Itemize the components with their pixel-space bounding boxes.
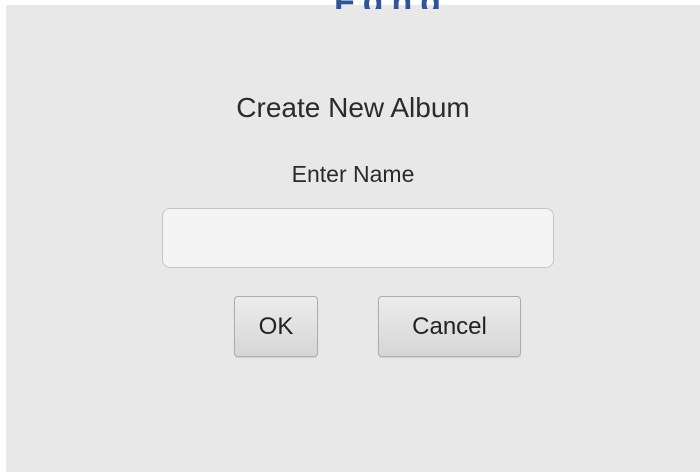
ok-button[interactable]: OK <box>234 296 318 357</box>
cancel-button[interactable]: Cancel <box>378 296 521 357</box>
album-name-input[interactable] <box>162 208 554 268</box>
app-window: Fqhq Create New Album Enter Name OK Canc… <box>0 0 700 472</box>
create-album-dialog: Fqhq Create New Album Enter Name OK Canc… <box>6 0 700 472</box>
dialog-title: Create New Album <box>236 92 470 123</box>
name-label: Enter Name <box>291 161 415 187</box>
partial-title-text: Fqhq <box>334 0 454 9</box>
